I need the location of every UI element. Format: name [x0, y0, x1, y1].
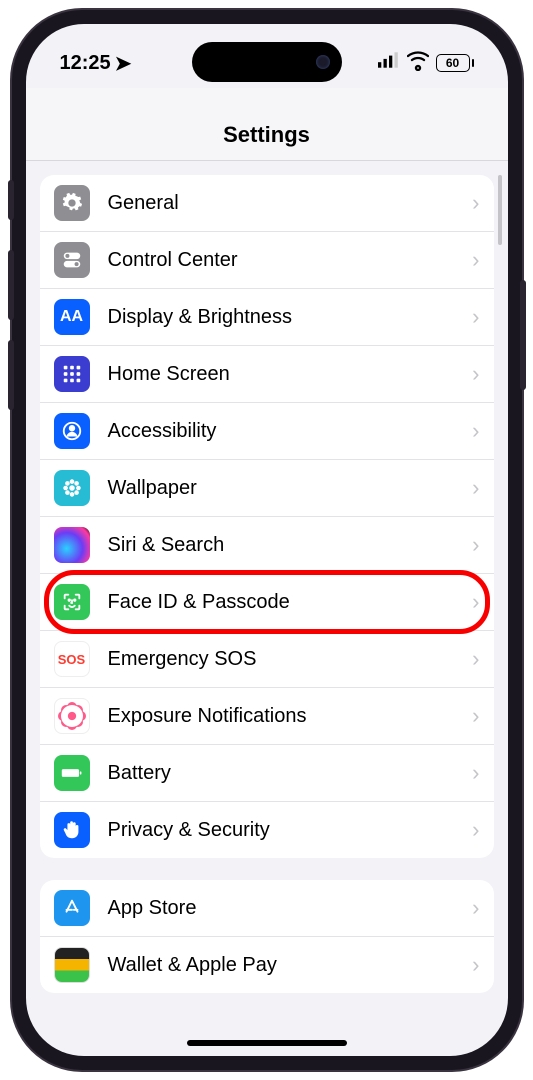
- wifi-icon: [407, 49, 429, 77]
- settings-row-control-center[interactable]: Control Center›: [40, 232, 494, 289]
- battery-icon: [54, 755, 90, 791]
- toggles-icon: [54, 242, 90, 278]
- row-label: Display & Brightness: [108, 306, 465, 329]
- chevron-right-icon: ›: [464, 247, 479, 273]
- row-label: Wallpaper: [108, 477, 465, 500]
- row-label: Wallet & Apple Pay: [108, 954, 465, 977]
- location-icon: ➤: [115, 51, 132, 76]
- settings-row-exposure[interactable]: Exposure Notifications›: [40, 688, 494, 745]
- chevron-right-icon: ›: [464, 304, 479, 330]
- front-camera-icon: [316, 55, 330, 69]
- row-label: Battery: [108, 762, 465, 785]
- phone-frame: 12:25 ➤ 60 Settings: [12, 10, 522, 1070]
- grid-icon: [54, 356, 90, 392]
- settings-group: App Store›Wallet & Apple Pay›: [40, 880, 494, 993]
- battery-percent: 60: [446, 56, 459, 70]
- gear-icon: [54, 185, 90, 221]
- faceid-icon: [54, 584, 90, 620]
- chevron-right-icon: ›: [464, 532, 479, 558]
- chevron-right-icon: ›: [464, 589, 479, 615]
- appstore-icon: [54, 890, 90, 926]
- person-icon: [54, 413, 90, 449]
- settings-row-app-store[interactable]: App Store›: [40, 880, 494, 937]
- mute-switch: [8, 180, 14, 220]
- chevron-right-icon: ›: [464, 952, 479, 978]
- exposure-icon: [54, 698, 90, 734]
- settings-row-accessibility[interactable]: Accessibility›: [40, 403, 494, 460]
- chevron-right-icon: ›: [464, 760, 479, 786]
- chevron-right-icon: ›: [464, 646, 479, 672]
- chevron-right-icon: ›: [464, 895, 479, 921]
- row-label: General: [108, 192, 465, 215]
- hand-icon: [54, 812, 90, 848]
- wallet-icon: [54, 947, 90, 983]
- settings-row-display[interactable]: AA Display & Brightness›: [40, 289, 494, 346]
- settings-row-wallpaper[interactable]: Wallpaper›: [40, 460, 494, 517]
- row-label: Home Screen: [108, 363, 465, 386]
- volume-up-button: [8, 250, 14, 320]
- volume-down-button: [8, 340, 14, 410]
- dynamic-island: [192, 42, 342, 82]
- settings-row-battery[interactable]: Battery›: [40, 745, 494, 802]
- settings-row-general[interactable]: General›: [40, 175, 494, 232]
- row-label: App Store: [108, 897, 465, 920]
- flower-icon: [54, 470, 90, 506]
- row-label: Siri & Search: [108, 534, 465, 557]
- settings-row-siri[interactable]: Siri & Search›: [40, 517, 494, 574]
- row-label: Accessibility: [108, 420, 465, 443]
- scrollbar[interactable]: [498, 175, 502, 245]
- chevron-right-icon: ›: [464, 190, 479, 216]
- home-indicator[interactable]: [187, 1040, 347, 1046]
- settings-row-sos[interactable]: SOS Emergency SOS›: [40, 631, 494, 688]
- row-label: Emergency SOS: [108, 648, 465, 671]
- chevron-right-icon: ›: [464, 703, 479, 729]
- chevron-right-icon: ›: [464, 418, 479, 444]
- chevron-right-icon: ›: [464, 475, 479, 501]
- aa-icon: AA: [54, 299, 90, 335]
- settings-list[interactable]: General›Control Center›AADisplay & Brigh…: [26, 161, 508, 993]
- settings-row-home-screen[interactable]: Home Screen›: [40, 346, 494, 403]
- settings-row-face-id[interactable]: Face ID & Passcode›: [40, 574, 494, 631]
- power-button: [520, 280, 526, 390]
- row-label: Exposure Notifications: [108, 705, 465, 728]
- row-label: Privacy & Security: [108, 819, 465, 842]
- row-label: Face ID & Passcode: [108, 591, 465, 614]
- settings-row-privacy[interactable]: Privacy & Security›: [40, 802, 494, 858]
- settings-row-wallet[interactable]: Wallet & Apple Pay›: [40, 937, 494, 993]
- status-time: 12:25: [60, 52, 111, 75]
- battery-indicator: 60: [436, 54, 474, 72]
- chevron-right-icon: ›: [464, 817, 479, 843]
- sos-icon: SOS: [54, 641, 90, 677]
- siri-icon: [54, 527, 90, 563]
- page-title: Settings: [26, 88, 508, 161]
- row-label: Control Center: [108, 249, 465, 272]
- cellular-icon: [378, 49, 400, 77]
- settings-group: General›Control Center›AADisplay & Brigh…: [40, 175, 494, 858]
- chevron-right-icon: ›: [464, 361, 479, 387]
